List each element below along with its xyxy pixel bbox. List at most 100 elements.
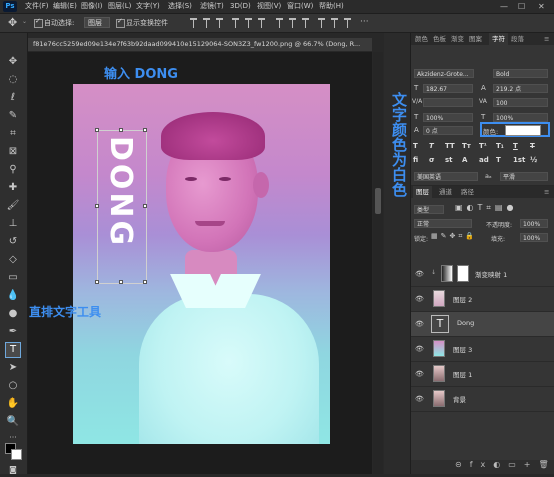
layer-kind-filter[interactable]: 类型 (414, 205, 444, 214)
tab-gradients[interactable]: 渐变 (451, 33, 464, 45)
shape-tool-icon[interactable]: ○ (6, 379, 20, 393)
transform-handle[interactable] (95, 204, 99, 208)
align-vcenter-icon[interactable] (203, 18, 210, 28)
clone-stamp-icon[interactable]: ⊥ (6, 217, 20, 231)
move-tool-icon[interactable]: ✥ (6, 55, 20, 69)
menu-layer[interactable]: 图层(L) (108, 1, 131, 12)
baseline-shift-field[interactable]: 0 点 (423, 126, 473, 135)
align-top-icon[interactable] (190, 18, 197, 28)
layer-filter-icons[interactable]: ▣◐T⌗▤● (455, 203, 517, 213)
distribute-top-icon[interactable] (276, 18, 283, 28)
small-caps-button[interactable]: Tт (462, 142, 471, 151)
hand-tool-icon[interactable]: ✋ (6, 397, 20, 411)
align-hcenter-icon[interactable] (245, 18, 252, 28)
subscript-button[interactable]: T₁ (496, 142, 504, 151)
strikethrough-button[interactable]: T (530, 142, 535, 151)
lasso-tool-icon[interactable]: ℓ (6, 91, 20, 105)
align-bottom-icon[interactable] (216, 18, 223, 28)
tab-channels[interactable]: 通道 (439, 186, 452, 198)
tab-character[interactable]: 字符 (489, 33, 508, 45)
healing-brush-icon[interactable]: ✚ (6, 181, 20, 195)
dodge-tool-icon[interactable]: ● (6, 307, 20, 321)
auto-select-checkbox[interactable] (34, 17, 43, 28)
fractions-button[interactable]: ½ (530, 156, 537, 165)
all-caps-button[interactable]: TT (445, 142, 455, 151)
vertical-type-tool-icon[interactable]: T (5, 342, 21, 358)
zoom-tool-icon[interactable]: 🔍 (6, 415, 20, 429)
superscript-button[interactable]: T¹ (479, 142, 487, 151)
layer-row[interactable]: 👁 图层 2 (411, 287, 554, 312)
move-tool-icon[interactable]: ✥ (8, 16, 17, 29)
transform-handle[interactable] (95, 128, 99, 132)
path-select-tool-icon[interactable]: ➤ (6, 361, 20, 375)
menu-image[interactable]: 图像(I) (81, 1, 103, 12)
visibility-eye-icon[interactable]: 👁 (415, 370, 424, 378)
layer-row[interactable]: 👁 图层 3 (411, 337, 554, 362)
close-button[interactable]: ✕ (538, 1, 545, 12)
lock-icons[interactable]: ▦✎✥⌗🔒 (431, 232, 477, 241)
faux-bold-button[interactable]: T (413, 142, 418, 151)
menu-select[interactable]: 选择(S) (168, 1, 192, 12)
align-right-icon[interactable] (258, 18, 265, 28)
more-options-icon[interactable]: ··· (360, 17, 369, 27)
canvas-image[interactable]: DONG (73, 84, 330, 444)
font-style-dropdown[interactable]: Bold (493, 69, 548, 78)
background-color-swatch[interactable] (11, 449, 22, 460)
transform-handle[interactable] (95, 280, 99, 284)
distribute-bottom-icon[interactable] (302, 18, 309, 28)
blend-mode-dropdown[interactable]: 正常 (414, 219, 472, 228)
vertical-scale-field[interactable]: 100% (423, 113, 473, 122)
ordinals-button[interactable]: 1st (513, 156, 525, 165)
minimize-button[interactable]: — (500, 1, 508, 12)
vertical-scrollbar[interactable] (373, 52, 383, 474)
crop-tool-icon[interactable]: ⌗ (6, 127, 20, 141)
eyedropper-tool-icon[interactable]: ⚲ (6, 163, 20, 177)
panel-menu-icon[interactable]: ≡ (544, 33, 549, 45)
visibility-eye-icon[interactable]: 👁 (415, 345, 424, 353)
panel-menu-icon[interactable]: ≡ (544, 186, 549, 198)
tab-paragraph[interactable]: 段落 (511, 33, 524, 45)
blur-tool-icon[interactable]: 💧 (6, 289, 20, 303)
distribute-vcenter-icon[interactable] (289, 18, 296, 28)
antialias-dropdown[interactable]: 平滑 (500, 172, 548, 181)
menu-help[interactable]: 帮助(H) (319, 1, 344, 12)
text-color-swatch[interactable] (505, 125, 541, 136)
layer-row[interactable]: 👁 ↓ 渐变映射 1 (411, 262, 554, 287)
tab-paths[interactable]: 路径 (461, 186, 474, 198)
kerning-field[interactable] (423, 98, 473, 107)
text-bounding-box[interactable] (97, 130, 147, 284)
gradient-tool-icon[interactable]: ▭ (6, 271, 20, 285)
show-transform-checkbox[interactable] (116, 17, 125, 28)
tab-patterns[interactable]: 图案 (469, 33, 482, 45)
marquee-tool-icon[interactable]: ◌ (6, 73, 20, 87)
distribute-left-icon[interactable] (318, 18, 325, 28)
scrollbar-thumb[interactable] (375, 188, 381, 214)
layer-row-selected[interactable]: 👁 T Dong (411, 312, 554, 337)
auto-select-dropdown[interactable]: 图层 (84, 17, 110, 28)
menu-3d[interactable]: 3D(D) (230, 1, 251, 12)
tab-layers[interactable]: 图层 (413, 186, 432, 198)
visibility-eye-icon[interactable]: 👁 (415, 270, 424, 278)
contextual-alternates-button[interactable]: σ (429, 156, 434, 165)
font-size-field[interactable]: 182.67 (423, 84, 473, 93)
pen-tool-icon[interactable]: ✒ (6, 325, 20, 339)
transform-handle[interactable] (143, 280, 147, 284)
menu-window[interactable]: 窗口(W) (287, 1, 313, 12)
history-brush-icon[interactable]: ↺ (6, 235, 20, 249)
language-dropdown[interactable]: 美国英语 (414, 172, 478, 181)
tab-swatches[interactable]: 色板 (433, 33, 446, 45)
distribute-right-icon[interactable] (344, 18, 351, 28)
menu-edit[interactable]: 编辑(E) (53, 1, 77, 12)
layers-footer-icons[interactable]: ⊝fx◐▭+🗑 (411, 460, 554, 474)
faux-italic-button[interactable]: T (429, 142, 434, 151)
distribute-hcenter-icon[interactable] (331, 18, 338, 28)
transform-handle[interactable] (119, 280, 123, 284)
discretionary-ligature-button[interactable]: st (445, 156, 453, 165)
chevron-down-icon[interactable]: ⌄ (22, 18, 27, 25)
menu-filter[interactable]: 滤镜(T) (200, 1, 224, 12)
document-tab[interactable]: f81e76cc5259ed09e134e7f63b92daad099410e1… (28, 38, 372, 51)
underline-button[interactable]: T (513, 142, 518, 151)
menu-file[interactable]: 文件(F) (25, 1, 49, 12)
font-family-dropdown[interactable]: Akzidenz-Grote... (414, 69, 474, 78)
horizontal-scale-field[interactable]: 100% (493, 113, 548, 122)
